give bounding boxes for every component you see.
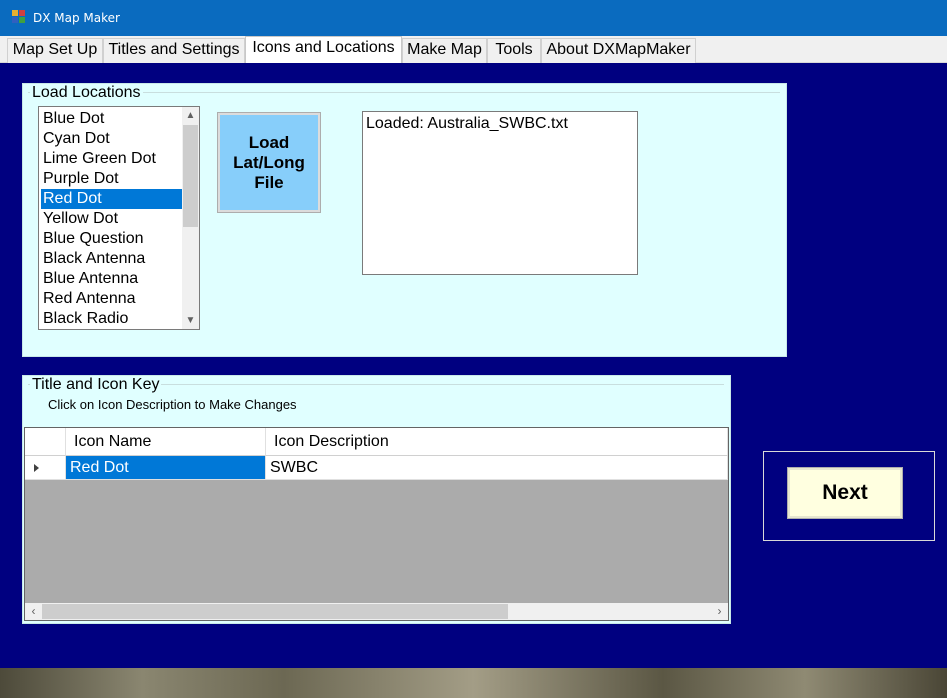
table-cell-icon-name[interactable]: Red Dot [66, 456, 266, 480]
list-item[interactable]: Red Antenna [41, 289, 182, 309]
icon-key-grid[interactable]: Icon Name Icon Description Red Dot SWBC … [24, 427, 729, 621]
window-title: DX Map Maker [33, 11, 120, 25]
table-cell-icon-description[interactable]: SWBC [266, 456, 728, 480]
list-item[interactable]: Purple Dot [41, 169, 182, 189]
list-item[interactable]: Cyan Dot [41, 129, 182, 149]
scrollbar-thumb[interactable] [183, 125, 198, 227]
list-item-selected[interactable]: Red Dot [41, 189, 182, 209]
next-button[interactable]: Next [787, 467, 903, 519]
list-item[interactable]: Blue Question [41, 229, 182, 249]
scroll-up-icon[interactable]: ▲ [182, 107, 199, 124]
load-locations-title: Load Locations [30, 84, 143, 102]
app-grid-icon [12, 10, 26, 24]
column-header-icon-description[interactable]: Icon Description [266, 428, 728, 456]
listbox-scrollbar[interactable]: ▲ ▼ [182, 107, 199, 329]
row-header-corner [25, 428, 66, 456]
list-item[interactable]: Lime Green Dot [41, 149, 182, 169]
current-row-arrow-icon [34, 464, 39, 472]
tab-titles-and-settings[interactable]: Titles and Settings [103, 38, 245, 63]
scroll-right-icon[interactable]: › [711, 603, 728, 620]
scroll-down-icon[interactable]: ▼ [182, 312, 199, 329]
tab-about-dxmapmaker[interactable]: About DXMapMaker [541, 38, 696, 63]
load-status-textbox[interactable]: Loaded: Australia_SWBC.txt [362, 111, 638, 275]
scrollbar-thumb[interactable] [42, 604, 508, 619]
list-item[interactable]: Blue Dot [41, 109, 182, 129]
icon-key-title: Title and Icon Key [30, 376, 162, 394]
tab-tools[interactable]: Tools [487, 38, 541, 63]
grid-horizontal-scrollbar[interactable]: ‹ › [25, 603, 728, 620]
title-bar[interactable]: DX Map Maker [0, 0, 947, 36]
icon-key-hint: Click on Icon Description to Make Change… [48, 397, 297, 412]
load-lat-long-file-button[interactable]: Load Lat/Long File [217, 112, 321, 213]
list-item[interactable]: Black Radio [41, 309, 182, 329]
tab-strip: Map Set Up Titles and Settings Icons and… [0, 36, 947, 63]
list-item[interactable]: Black Antenna [41, 249, 182, 269]
scroll-left-icon[interactable]: ‹ [25, 603, 42, 620]
list-item[interactable]: Blue Antenna [41, 269, 182, 289]
row-header[interactable] [25, 456, 66, 480]
desktop-background [0, 668, 947, 698]
tab-map-set-up[interactable]: Map Set Up [7, 38, 103, 63]
tab-icons-and-locations[interactable]: Icons and Locations [245, 36, 402, 63]
column-header-icon-name[interactable]: Icon Name [66, 428, 266, 456]
icon-listbox[interactable]: Blue Dot Cyan Dot Lime Green Dot Purple … [38, 106, 200, 330]
tab-make-map[interactable]: Make Map [402, 38, 487, 63]
main-window: DX Map Maker Map Set Up Titles and Setti… [0, 0, 947, 668]
list-item[interactable]: Yellow Dot [41, 209, 182, 229]
